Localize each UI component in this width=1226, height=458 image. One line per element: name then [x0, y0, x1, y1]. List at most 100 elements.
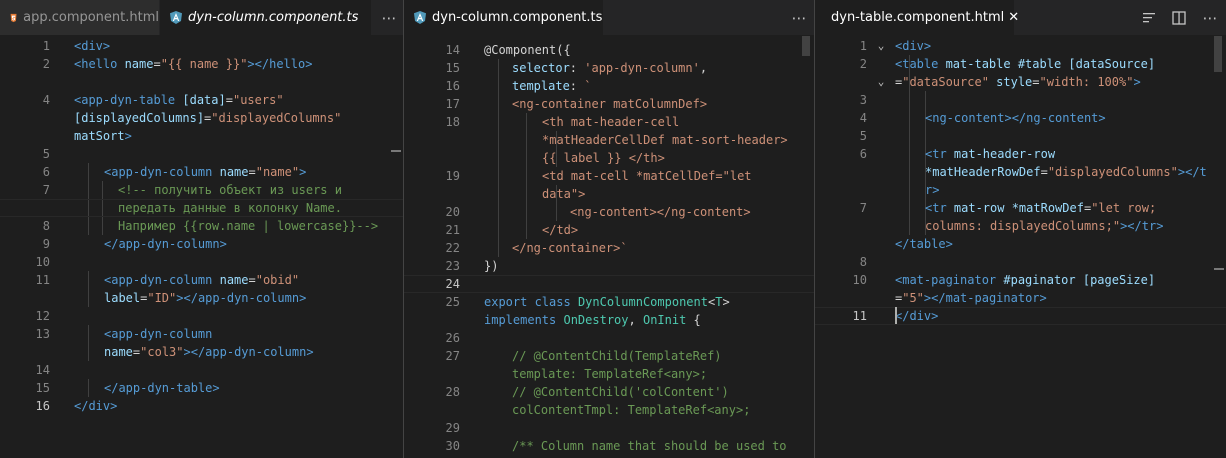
- code-editor[interactable]: 1 <div> 2 <hello name="{{ name }}"></hello>…: [0, 36, 403, 458]
- code-line[interactable]: {{ label }} </th>: [404, 149, 814, 167]
- more-actions-icon[interactable]: ⋯: [788, 0, 810, 35]
- editor-group-2: dyn-column.component.ts ⋯ 14 @Component({…: [404, 0, 814, 458]
- code-line[interactable]: name="col3"></app-dyn-column>: [0, 343, 403, 361]
- line-number: [404, 131, 460, 149]
- code-line[interactable]: 15 selector: 'app-dyn-column',: [404, 59, 814, 77]
- line-number: 8: [42, 219, 50, 233]
- code-token: #paginator [pageSize]: [1003, 273, 1156, 287]
- code-line[interactable]: 30 /** Column name that should be used to: [404, 437, 814, 455]
- code-line[interactable]: 2 <table mat-table #table [dataSource]: [815, 55, 1226, 73]
- code-line[interactable]: 1 <div>: [0, 37, 403, 55]
- code-line[interactable]: 25 export class DynColumnComponent<T>: [404, 293, 814, 311]
- code-token: </ng-container>`: [512, 241, 628, 255]
- code-token: </app-dyn-table>: [104, 381, 220, 395]
- code-line[interactable]: 23}): [404, 257, 814, 275]
- code-line[interactable]: </table>: [815, 235, 1226, 253]
- code-token: ></mat-paginator>: [923, 291, 1047, 305]
- code-token: DynColumnComponent: [577, 295, 708, 309]
- code-line[interactable]: [displayedColumns]="displayedColumns": [0, 109, 403, 127]
- code-line[interactable]: 18 <th mat-header-cell: [404, 113, 814, 131]
- code-line[interactable]: 9 </app-dyn-column>: [0, 235, 403, 253]
- code-line[interactable]: 21 </td>: [404, 221, 814, 239]
- code-line[interactable]: ⌄ ="dataSource" style="width: 100%">: [815, 73, 1226, 91]
- code-line[interactable]: 4 <app-dyn-table [data]="users": [0, 91, 403, 109]
- code-line[interactable]: передать данные в колонку Name.: [0, 199, 403, 217]
- code-line[interactable]: 1 ⌄ <div>: [815, 37, 1226, 55]
- code-line[interactable]: 17 <ng-container matColumnDef>: [404, 95, 814, 113]
- code-line[interactable]: implements OnDestroy, OnInit {: [404, 311, 814, 329]
- code-token: style: [996, 75, 1033, 89]
- fold-chevron-icon[interactable]: ⌄: [874, 37, 888, 55]
- line-number: 23: [445, 259, 460, 273]
- code-line[interactable]: 14: [0, 361, 403, 379]
- code-line[interactable]: 16 </div>: [0, 397, 403, 415]
- code-token: // @ContentChild(TemplateRef): [512, 349, 722, 363]
- code-token: =: [248, 165, 256, 179]
- line-number: 8: [859, 255, 867, 269]
- line-number: [404, 185, 460, 203]
- code-line[interactable]: 10: [0, 253, 403, 271]
- fold-chevron-icon[interactable]: ⌄: [874, 73, 888, 91]
- code-editor[interactable]: 14 @Component({15 selector: 'app-dyn-colum…: [404, 36, 814, 458]
- code-text: </table>: [895, 235, 953, 253]
- code-line[interactable]: 27 // @ContentChild(TemplateRef): [404, 347, 814, 365]
- code-line[interactable]: colContentTmpl: TemplateRef<any>;: [404, 401, 814, 419]
- code-line[interactable]: 11 </div>: [815, 307, 1226, 325]
- code-line[interactable]: 8: [815, 253, 1226, 271]
- toggle-word-wrap-icon[interactable]: [1141, 10, 1157, 26]
- code-line[interactable]: 16 template: `: [404, 77, 814, 95]
- code-line[interactable]: 28 // @ContentChild('colContent'): [404, 383, 814, 401]
- code-line[interactable]: 13 <app-dyn-column: [0, 325, 403, 343]
- line-number: 4: [42, 93, 50, 107]
- code-line[interactable]: 19 <td mat-cell *matCellDef="let: [404, 167, 814, 185]
- code-token: "width: 100%": [1039, 75, 1134, 89]
- code-line[interactable]: *matHeaderRowDef="displayedColumns"></t: [815, 163, 1226, 181]
- tab-dyn-column-component-ts[interactable]: dyn-column.component.ts: [404, 0, 604, 35]
- line-number: [404, 311, 460, 329]
- code-line[interactable]: ="5"></mat-paginator>: [815, 289, 1226, 307]
- code-line[interactable]: 24: [404, 275, 814, 293]
- code-line[interactable]: 3: [815, 91, 1226, 109]
- line-number: [815, 217, 867, 235]
- code-line[interactable]: 10 <mat-paginator #paginator [pageSize]: [815, 271, 1226, 289]
- code-text: *matHeaderRowDef="displayedColumns"></t: [925, 163, 1207, 181]
- code-line[interactable]: 14 @Component({: [404, 41, 814, 59]
- code-line[interactable]: r>: [815, 181, 1226, 199]
- tab-dyn-column-component-ts[interactable]: dyn-column.component.ts: [160, 0, 372, 35]
- code-editor[interactable]: 1 ⌄ <div> 2 <table mat-table #table [dataSou…: [815, 36, 1226, 458]
- more-actions-icon[interactable]: ⋯: [378, 0, 400, 35]
- code-line[interactable]: 29: [404, 419, 814, 437]
- code-line[interactable]: 6 <app-dyn-column name="name">: [0, 163, 403, 181]
- tab-dyn-table-component-html[interactable]: dyn-table.component.html ✕: [815, 0, 1019, 35]
- code-token: <hello: [74, 57, 125, 71]
- code-line[interactable]: columns: displayedColumns;"></tr>: [815, 217, 1226, 235]
- code-token: "5": [902, 291, 924, 305]
- code-line[interactable]: 2 <hello name="{{ name }}"></hello>: [0, 55, 403, 73]
- split-editor-icon[interactable]: [1171, 10, 1187, 26]
- code-line[interactable]: *matHeaderCellDef mat-sort-header>: [404, 131, 814, 149]
- code-line[interactable]: 12: [0, 307, 403, 325]
- code-line[interactable]: matSort>: [0, 127, 403, 145]
- code-line[interactable]: [0, 73, 403, 91]
- tab-app-component-html[interactable]: app.component.html: [0, 0, 160, 35]
- code-line[interactable]: 5: [0, 145, 403, 163]
- code-line[interactable]: 7 <!-- получить объект из users и: [0, 181, 403, 199]
- code-text: selector: 'app-dyn-column',: [512, 59, 707, 77]
- code-line[interactable]: 6 <tr mat-header-row: [815, 145, 1226, 163]
- code-line[interactable]: 11 <app-dyn-column name="obid": [0, 271, 403, 289]
- code-line[interactable]: 22 </ng-container>`: [404, 239, 814, 257]
- line-number: 19: [445, 169, 460, 183]
- code-line[interactable]: template: TemplateRef<any>;: [404, 365, 814, 383]
- more-actions-icon[interactable]: ⋯: [1199, 0, 1221, 35]
- code-line[interactable]: 26: [404, 329, 814, 347]
- code-line[interactable]: data">: [404, 185, 814, 203]
- code-line[interactable]: 8 Например {{row.name | lowercase}}-->: [0, 217, 403, 235]
- code-line[interactable]: 20 <ng-content></ng-content>: [404, 203, 814, 221]
- code-line[interactable]: 15 </app-dyn-table>: [0, 379, 403, 397]
- code-line[interactable]: 7 <tr mat-row *matRowDef="let row;: [815, 199, 1226, 217]
- code-line[interactable]: label="ID"></app-dyn-column>: [0, 289, 403, 307]
- close-icon[interactable]: ✕: [1008, 10, 1019, 25]
- code-line[interactable]: 5: [815, 127, 1226, 145]
- code-line[interactable]: 4 <ng-content></ng-content>: [815, 109, 1226, 127]
- line-number: [0, 109, 50, 127]
